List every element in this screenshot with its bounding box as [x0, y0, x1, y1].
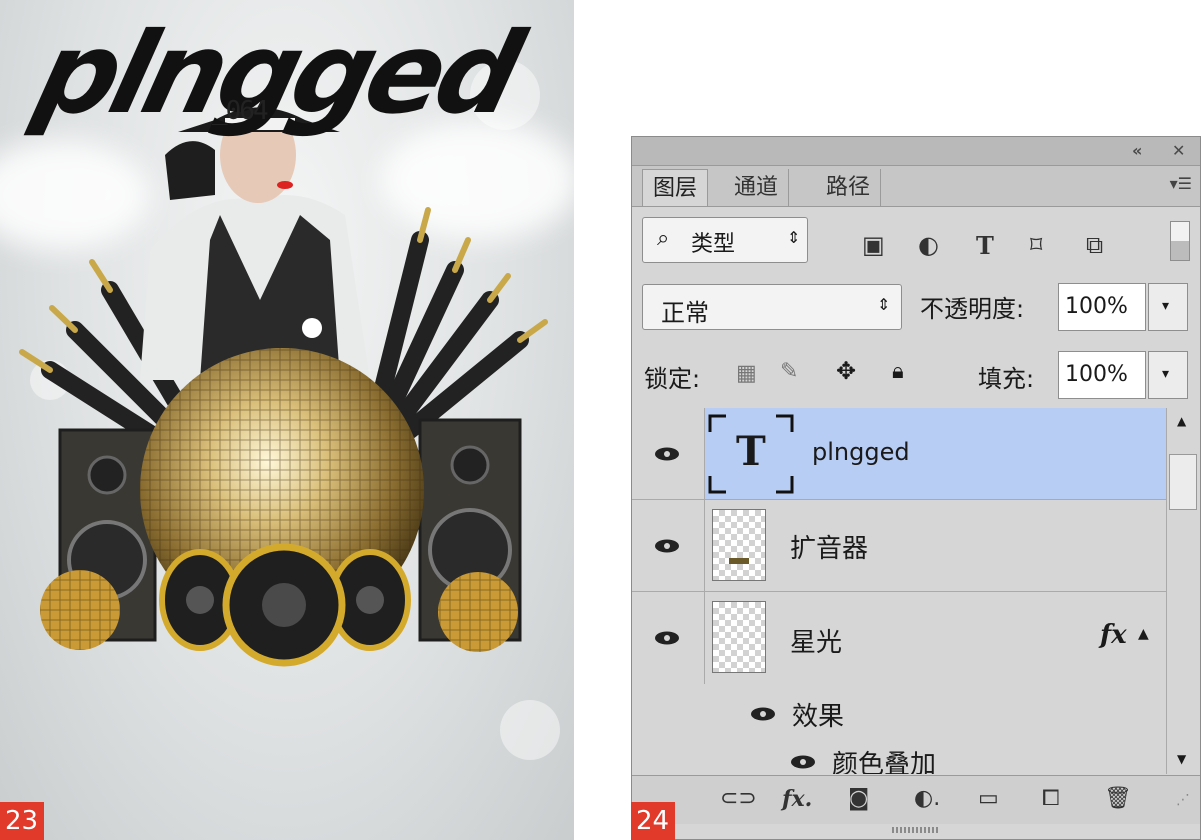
effects-label: 效果: [792, 702, 845, 732]
link-layers-icon[interactable]: ⊂⊃: [720, 786, 757, 811]
new-layer-icon[interactable]: ⧠: [1042, 786, 1060, 811]
layer-name: plngged: [812, 438, 910, 466]
panel-drag-grip[interactable]: [892, 827, 940, 833]
close-icon[interactable]: ✕: [1172, 141, 1185, 160]
eye-icon[interactable]: [654, 630, 680, 646]
eye-icon[interactable]: [654, 446, 680, 462]
layers-list: T plngged 扩音器 星光 fx ▲ 效果 颜色叠加: [632, 408, 1166, 774]
caret-down-icon: ▾: [1162, 298, 1170, 314]
layer-row-text[interactable]: T plngged: [632, 408, 1166, 500]
group-icon[interactable]: ▭: [978, 786, 999, 811]
front-speakers: [159, 543, 411, 667]
opacity-dropdown-button[interactable]: ▾: [1148, 283, 1188, 331]
layer-row-starlight[interactable]: 星光 fx ▲: [632, 592, 1166, 684]
poster-image: plngged _064 23: [0, 0, 574, 840]
blend-mode-select[interactable]: 正常 ⇕: [642, 284, 902, 330]
caret-down-icon: ▾: [1162, 366, 1170, 382]
panel-menu-icon[interactable]: ▾☰: [1170, 174, 1192, 193]
figure-number-left: 23: [0, 802, 44, 840]
layer-name: 星光: [790, 628, 843, 658]
fill-value: 100%: [1065, 362, 1128, 387]
eye-icon[interactable]: [790, 754, 816, 770]
layer-name: 扩音器: [790, 534, 869, 564]
fill-label: 填充:: [978, 365, 1035, 393]
panel-bottom-toolbar: ⊂⊃ fx. ◙ ◐. ▭ ⧠ 🗑︎ ⋰: [632, 775, 1200, 824]
expand-effects-icon[interactable]: ▲: [1138, 626, 1149, 642]
filter-toggle-switch[interactable]: [1170, 221, 1190, 261]
opacity-label: 不透明度:: [920, 295, 1025, 323]
fx-badge-icon[interactable]: fx: [1100, 620, 1127, 650]
scroll-up-icon[interactable]: ▲: [1177, 414, 1186, 428]
collapse-icon[interactable]: «: [1132, 141, 1142, 160]
poster-logo: plngged: [23, 9, 529, 139]
search-icon: ⌕: [657, 226, 670, 251]
eye-icon[interactable]: [654, 538, 680, 554]
mask-icon[interactable]: ◙: [848, 786, 869, 811]
lock-label: 锁定:: [644, 365, 701, 393]
image-filter-icon[interactable]: ▣: [862, 231, 885, 259]
lock-all-icon[interactable]: 🔒︎: [892, 359, 904, 384]
updown-icon: ⇕: [787, 228, 801, 247]
panel-tabs: 图层 通道 路径 ▾☰: [632, 166, 1200, 207]
thumbnail-content: [729, 558, 749, 564]
visibility-cell: [632, 408, 705, 499]
adjustment-filter-icon[interactable]: ◐: [918, 231, 939, 259]
blend-mode-label: 正常: [661, 299, 709, 327]
layer-thumbnail: [712, 509, 766, 581]
shape-filter-icon[interactable]: ⌑: [1030, 231, 1042, 259]
filter-type-label: 类型: [691, 232, 736, 257]
tab-channels[interactable]: 通道: [724, 169, 790, 206]
opacity-input[interactable]: 100%: [1058, 283, 1146, 331]
scroll-down-icon[interactable]: ▼: [1177, 752, 1186, 766]
fill-dropdown-button[interactable]: ▾: [1148, 351, 1188, 399]
lock-transparent-icon[interactable]: ▦: [736, 361, 757, 386]
layer-row-speaker[interactable]: 扩音器: [632, 500, 1166, 592]
adjustment-layer-icon[interactable]: ◐.: [914, 786, 940, 811]
text-layer-thumbnail: T: [708, 414, 794, 494]
layer-thumbnail: [712, 601, 766, 673]
layers-scrollbar[interactable]: ▲ ▼: [1166, 408, 1200, 774]
lock-position-move-icon[interactable]: ✥: [836, 357, 856, 385]
delete-icon[interactable]: 🗑︎: [1104, 786, 1132, 811]
fill-input[interactable]: 100%: [1058, 351, 1146, 399]
layers-panel: « ✕ 图层 通道 路径 ▾☰ ⌕ 类型 ⇕ ▣ ◐ T ⌑ ⧉ 正常 ⇕ 不透…: [631, 136, 1201, 840]
woman-figure: [140, 107, 370, 380]
type-filter-icon[interactable]: T: [976, 231, 994, 260]
fx-icon[interactable]: fx.: [782, 786, 812, 812]
poster-issue-number: _064: [212, 96, 269, 126]
tab-layers[interactable]: 图层: [642, 169, 709, 206]
smart-object-filter-icon[interactable]: ⧉: [1086, 231, 1103, 259]
scrollbar-thumb[interactable]: [1169, 454, 1197, 510]
tab-paths[interactable]: 路径: [816, 169, 882, 206]
type-layer-t-icon: T: [736, 428, 766, 475]
layer-effects-group: 效果 颜色叠加: [704, 684, 1166, 774]
visibility-cell: [632, 592, 705, 684]
resize-grip-icon[interactable]: ⋰: [1176, 792, 1190, 808]
filter-type-select[interactable]: ⌕ 类型 ⇕: [642, 217, 808, 263]
eye-icon[interactable]: [750, 706, 776, 722]
panel-titlebar: « ✕: [632, 137, 1200, 166]
figure-number-right: 24: [631, 802, 675, 840]
color-overlay-effect[interactable]: 颜色叠加: [832, 744, 936, 774]
updown-icon: ⇕: [877, 295, 891, 314]
visibility-cell: [632, 500, 705, 591]
opacity-value: 100%: [1065, 294, 1128, 319]
lock-pixels-brush-icon[interactable]: ✎: [780, 359, 798, 384]
